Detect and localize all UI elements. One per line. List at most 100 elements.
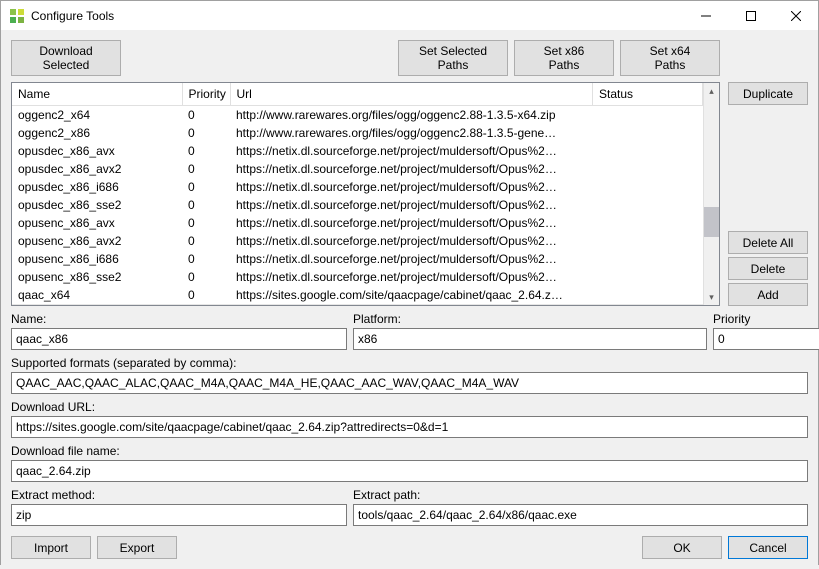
formats-label: Supported formats (separated by comma): [11,356,808,370]
formats-input[interactable] [11,372,808,394]
cell-priority: 0 [182,232,230,250]
cell-status [593,124,703,142]
name-label: Name: [11,312,347,326]
window-buttons [683,1,818,30]
app-icon [9,8,25,24]
cell-priority: 0 [182,250,230,268]
table-row[interactable]: opusdec_x86_avx0https://netix.dl.sourcef… [12,142,703,160]
extract-method-label: Extract method: [11,488,347,502]
cell-status [593,304,703,305]
table-row[interactable]: qaac_x640https://sites.google.com/site/q… [12,286,703,304]
cell-status [593,250,703,268]
cell-url: https://netix.dl.sourceforge.net/project… [230,178,593,196]
cell-name: opusenc_x86_avx [12,214,182,232]
download-url-label: Download URL: [11,400,808,414]
side-buttons: Duplicate Delete All Delete Add [728,82,808,306]
col-url-header[interactable]: Url [230,83,593,106]
maximize-button[interactable] [728,1,773,30]
priority-spinner[interactable]: ▲ ▼ [713,328,819,350]
ok-button[interactable]: OK [642,536,722,559]
extract-method-input[interactable] [11,504,347,526]
cell-name: oggenc2_x86 [12,124,182,142]
form-row-name-platform-priority: Name: Platform: Priority ▲ ▼ [11,312,808,350]
content-row: Name Priority Url Status oggenc2_x640htt… [11,82,808,306]
cell-url: https://netix.dl.sourceforge.net/project… [230,250,593,268]
scroll-up-icon[interactable]: ▴ [704,83,719,99]
cell-status [593,106,703,125]
col-priority-header[interactable]: Priority [182,83,230,106]
table-row[interactable]: oggenc2_x640http://www.rarewares.org/fil… [12,106,703,125]
scrollbar[interactable]: ▴ ▾ [703,83,719,305]
cell-priority: 0 [182,124,230,142]
cell-status [593,160,703,178]
import-button[interactable]: Import [11,536,91,559]
cancel-button[interactable]: Cancel [728,536,808,559]
download-file-label: Download file name: [11,444,808,458]
cell-url: https://netix.dl.sourceforge.net/project… [230,214,593,232]
delete-button[interactable]: Delete [728,257,808,280]
export-button[interactable]: Export [97,536,177,559]
download-selected-button[interactable]: Download Selected [11,40,121,76]
client-area: Download Selected Set Selected Paths Set… [1,30,818,569]
table-row[interactable]: opusdec_x86_sse20https://netix.dl.source… [12,196,703,214]
cell-name: opusdec_x86_i686 [12,178,182,196]
cell-status [593,286,703,304]
table-row[interactable]: oggenc2_x860http://www.rarewares.org/fil… [12,124,703,142]
cell-name: qaac_x64 [12,286,182,304]
cell-priority: 0 [182,268,230,286]
cell-name: qaac_x86 [12,304,182,305]
table-row[interactable]: opusenc_x86_avx20https://netix.dl.source… [12,232,703,250]
download-file-input[interactable] [11,460,808,482]
cell-status [593,178,703,196]
cell-status [593,232,703,250]
extract-path-label: Extract path: [353,488,808,502]
cell-name: opusenc_x86_sse2 [12,268,182,286]
delete-all-button[interactable]: Delete All [728,231,808,254]
add-button[interactable]: Add [728,283,808,306]
cell-url: http://www.rarewares.org/files/ogg/oggen… [230,106,593,125]
table-row[interactable]: opusenc_x86_i6860https://netix.dl.source… [12,250,703,268]
cell-priority: 0 [182,214,230,232]
set-selected-paths-button[interactable]: Set Selected Paths [398,40,508,76]
duplicate-button[interactable]: Duplicate [728,82,808,105]
platform-input[interactable] [353,328,707,350]
minimize-button[interactable] [683,1,728,30]
cell-url: https://sites.google.com/site/qaacpage/c… [230,304,593,305]
col-status-header[interactable]: Status [593,83,703,106]
cell-priority: 0 [182,106,230,125]
extract-path-input[interactable] [353,504,808,526]
cell-priority: 0 [182,196,230,214]
scroll-down-icon[interactable]: ▾ [704,289,719,305]
close-button[interactable] [773,1,818,30]
cell-name: opusdec_x86_avx [12,142,182,160]
cell-name: opusdec_x86_avx2 [12,160,182,178]
scroll-thumb[interactable] [704,207,719,237]
top-toolbar: Download Selected Set Selected Paths Set… [11,40,808,76]
cell-url: https://netix.dl.sourceforge.net/project… [230,142,593,160]
cell-url: https://sites.google.com/site/qaacpage/c… [230,286,593,304]
table-row[interactable]: qaac_x860https://sites.google.com/site/q… [12,304,703,305]
download-url-input[interactable] [11,416,808,438]
cell-name: opusenc_x86_avx2 [12,232,182,250]
cell-priority: 0 [182,304,230,305]
cell-url: https://netix.dl.sourceforge.net/project… [230,268,593,286]
grid-header-row: Name Priority Url Status [12,83,703,106]
window-title: Configure Tools [31,9,683,23]
table-row[interactable]: opusenc_x86_sse20https://netix.dl.source… [12,268,703,286]
col-name-header[interactable]: Name [12,83,182,106]
cell-status [593,142,703,160]
cell-name: opusenc_x86_i686 [12,250,182,268]
priority-input[interactable] [713,328,819,350]
cell-priority: 0 [182,178,230,196]
cell-priority: 0 [182,286,230,304]
name-input[interactable] [11,328,347,350]
cell-priority: 0 [182,160,230,178]
tools-grid[interactable]: Name Priority Url Status oggenc2_x640htt… [11,82,720,306]
table-row[interactable]: opusenc_x86_avx0https://netix.dl.sourcef… [12,214,703,232]
table-row[interactable]: opusdec_x86_i6860https://netix.dl.source… [12,178,703,196]
table-row[interactable]: opusdec_x86_avx20https://netix.dl.source… [12,160,703,178]
cell-url: https://netix.dl.sourceforge.net/project… [230,160,593,178]
set-x86-paths-button[interactable]: Set x86 Paths [514,40,614,76]
cell-status [593,214,703,232]
set-x64-paths-button[interactable]: Set x64 Paths [620,40,720,76]
